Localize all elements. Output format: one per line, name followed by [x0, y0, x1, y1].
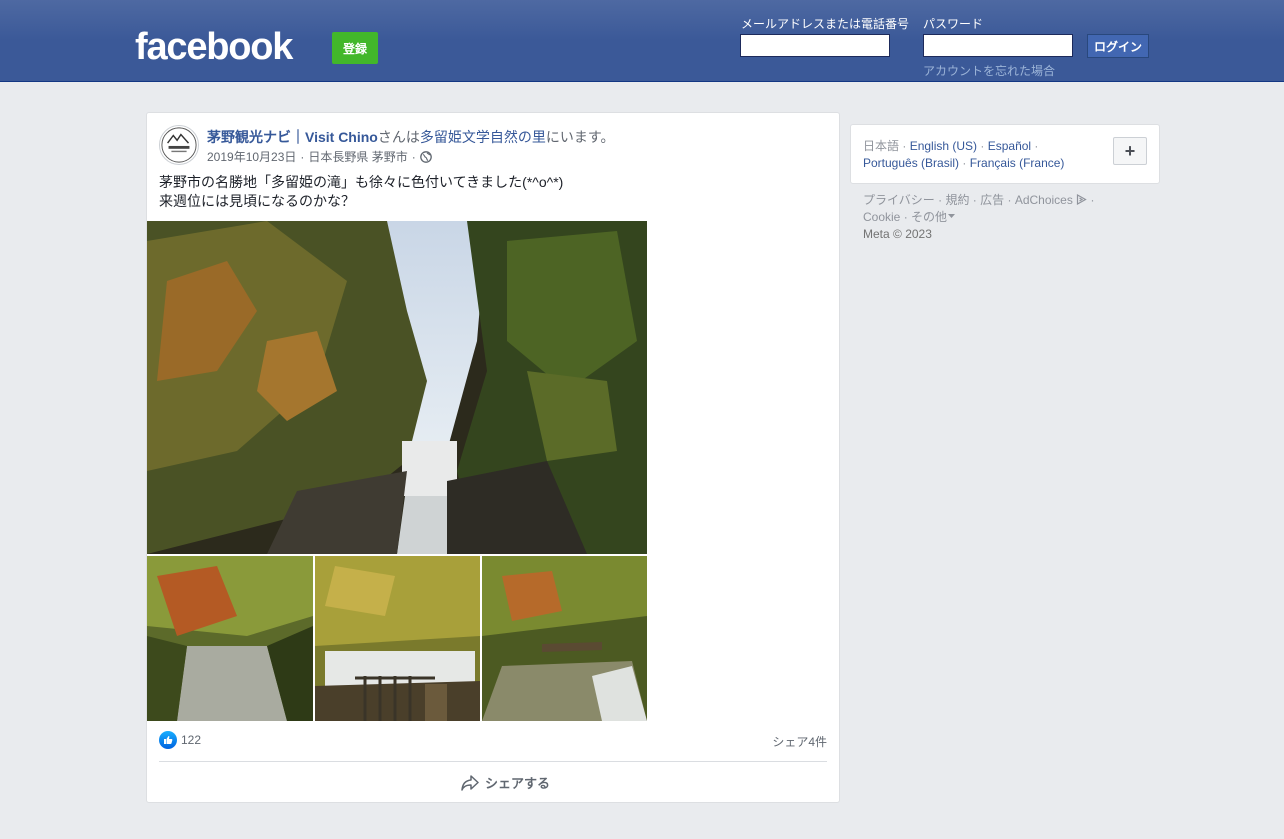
login-button[interactable]: ログイン	[1087, 34, 1149, 58]
like-icon	[159, 731, 177, 749]
post-text-line: 茅野市の名勝地「多留姫の滝」も徐々に色付いてきました(*^o^*)	[159, 174, 564, 190]
post-card: 茅野観光ナビ｜Visit Chinoさんは多留姫文学自然の里にいます。 2019…	[146, 112, 840, 803]
email-label: メールアドレスまたは電話番号	[741, 17, 910, 31]
like-count: 122	[181, 733, 202, 747]
signup-button[interactable]: 登録	[332, 32, 378, 64]
footer-link-ads[interactable]: 広告	[980, 193, 1004, 207]
footer-link-terms[interactable]: 規約	[945, 193, 969, 207]
footer-links: プライバシー · 規約 · 広告 · AdChoices · Cookie · …	[863, 193, 1095, 224]
language-box: 日本語 · English (US) · Español · Português…	[850, 124, 1160, 184]
share-icon	[461, 774, 479, 791]
meta-separator: ·	[300, 149, 305, 164]
bridge-forest-photo	[482, 556, 647, 721]
thumbnail-photo[interactable]	[482, 556, 647, 721]
post-text-line: 来週位には見頃になるのかな？	[159, 193, 355, 209]
divider	[159, 761, 827, 762]
password-label: パスワード	[923, 17, 984, 31]
language-link[interactable]: Español	[988, 139, 1031, 153]
share-button[interactable]: シェアする	[461, 773, 550, 792]
page-avatar[interactable]	[159, 125, 199, 165]
connector-text: さんは	[377, 129, 420, 145]
language-list: 日本語 · English (US) · Español · Português…	[863, 139, 1065, 170]
main-photo[interactable]	[147, 221, 647, 554]
waterfall-photo	[147, 221, 647, 554]
place-link[interactable]: 多留姫文学自然の里	[420, 129, 546, 145]
footer-link-adchoices[interactable]: AdChoices	[1015, 193, 1073, 207]
forest-stream-photo	[147, 556, 313, 721]
meta-separator: ·	[411, 149, 416, 164]
thumbnail-photo[interactable]	[147, 556, 313, 721]
footer-link-more[interactable]: その他	[911, 210, 947, 224]
forgot-account-link[interactable]: アカウントを忘れた場合	[923, 62, 1055, 79]
top-bar: facebook 登録 メールアドレスまたは電話番号 パスワード ログイン アカ…	[0, 0, 1284, 82]
caret-down-icon[interactable]	[948, 214, 956, 219]
footer-link-privacy[interactable]: プライバシー	[863, 193, 935, 207]
thumbnail-photo[interactable]	[315, 556, 480, 721]
share-button-label: シェアする	[485, 776, 551, 791]
post-header: 茅野観光ナビ｜Visit Chinoさんは多留姫文学自然の里にいます。	[207, 127, 614, 147]
facebook-logo[interactable]: facebook	[135, 27, 293, 67]
adchoices-icon	[1077, 193, 1087, 206]
suffix-text: にいます。	[545, 129, 615, 145]
post-location[interactable]: 日本長野県 茅野市	[308, 148, 407, 165]
password-input[interactable]	[923, 34, 1073, 57]
current-language: 日本語	[863, 139, 900, 153]
globe-icon[interactable]	[419, 150, 432, 163]
language-link[interactable]: Português (Brasil)	[863, 156, 959, 170]
language-link[interactable]: English (US)	[910, 139, 977, 153]
reactions-summary[interactable]: 122	[159, 731, 201, 749]
author-link[interactable]: 茅野観光ナビ｜Visit Chino	[207, 129, 378, 145]
post-date[interactable]: 2019年10月23日	[207, 148, 296, 165]
footer-link-cookie[interactable]: Cookie	[863, 210, 900, 224]
post-meta: 2019年10月23日 · 日本長野県 茅野市 ·	[207, 148, 432, 165]
language-link[interactable]: Français (France)	[970, 156, 1065, 170]
post-text: 茅野市の名勝地「多留姫の滝」も徐々に色付いてきました(*^o^*) 来週位には見…	[159, 173, 563, 211]
more-languages-button[interactable]: +	[1113, 137, 1147, 165]
mountain-logo-icon	[161, 127, 197, 163]
waterfall-fence-photo	[315, 556, 480, 721]
copyright: Meta © 2023	[863, 227, 932, 241]
share-count[interactable]: シェア4件	[772, 733, 827, 750]
email-input[interactable]	[740, 34, 890, 57]
